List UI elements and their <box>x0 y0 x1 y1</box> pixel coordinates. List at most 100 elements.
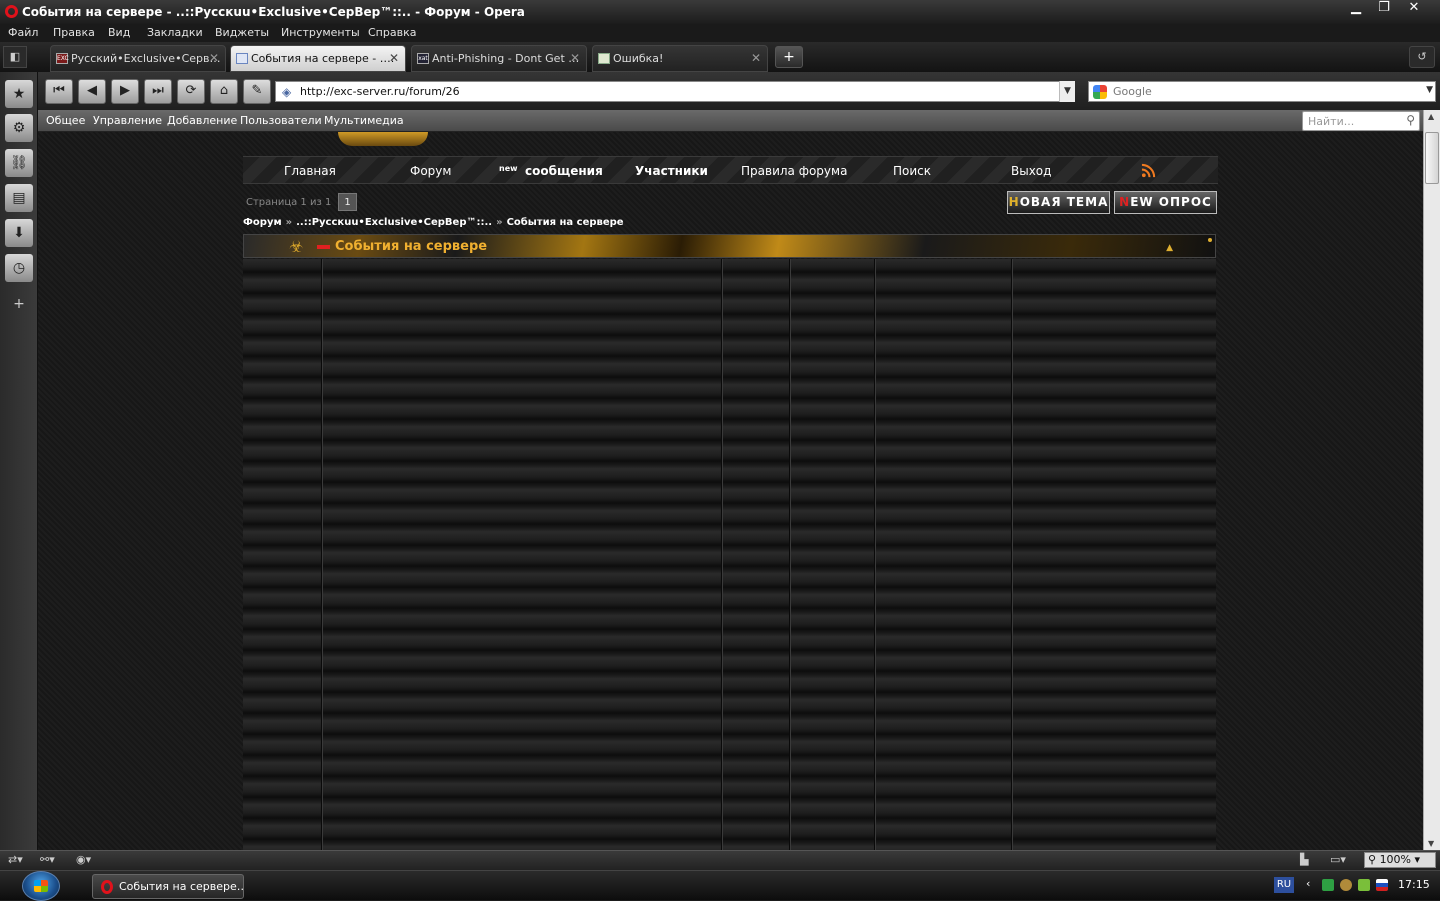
panel-toggle-button[interactable]: ◧ <box>3 46 27 68</box>
home-icon[interactable]: ⌂ <box>210 79 238 104</box>
russia-flag-icon[interactable] <box>1376 879 1388 891</box>
tray-network-icon[interactable] <box>1322 879 1334 891</box>
tab-close-icon[interactable]: ✕ <box>209 51 219 65</box>
notes-panel-icon[interactable]: ▤ <box>5 184 33 212</box>
tray-security-icon[interactable] <box>1358 879 1370 891</box>
menu-bar: Файл Правка Вид Закладки Виджеты Инструм… <box>0 24 1440 42</box>
new-poll-initial: N <box>1119 195 1131 209</box>
url-text: http://exc-server.ru/forum/26 <box>300 85 460 98</box>
tray-expand-icon[interactable]: ‹ <box>1306 877 1318 890</box>
maximize-button[interactable]: ❐ <box>1370 0 1398 18</box>
side-panel: ★ ⚙ ⛓ ▤ ⬇ ◷ + <box>0 72 38 850</box>
new-poll-button[interactable]: NEW ОПРОС <box>1114 191 1217 214</box>
windows-flag-icon <box>34 880 48 892</box>
admin-search-placeholder: Найти... <box>1308 115 1355 128</box>
sync-icon[interactable]: ◉▾ <box>76 853 91 866</box>
admin-multimedia-link[interactable]: Мультимедиа <box>324 114 404 127</box>
rewind-icon[interactable]: ⏮ <box>45 79 73 104</box>
language-indicator[interactable]: RU <box>1274 877 1294 893</box>
nav-members-link[interactable]: Участники <box>635 164 708 178</box>
address-dropdown-icon[interactable]: ▼ <box>1059 81 1075 102</box>
start-button[interactable] <box>22 871 60 901</box>
vertical-scrollbar[interactable]: ▲ ▼ <box>1423 110 1440 850</box>
taskbar-opera-window[interactable]: События на сервере… <box>92 874 244 899</box>
tab-error[interactable]: Ошибка! ✕ <box>592 45 768 72</box>
nav-rules-link[interactable]: Правила форума <box>741 164 847 178</box>
menu-bookmarks[interactable]: Закладки <box>147 26 203 39</box>
zoom-level: 100% <box>1379 853 1412 866</box>
site-info-icon[interactable]: ◈ <box>282 85 291 99</box>
search-engine-label: Google <box>1113 85 1152 98</box>
tab-close-icon[interactable]: ✕ <box>570 51 580 65</box>
admin-management-link[interactable]: Управление <box>93 114 162 127</box>
menu-help[interactable]: Справка <box>368 26 416 39</box>
nav-forum-link[interactable]: Форум <box>410 164 451 178</box>
tab-close-icon[interactable]: ✕ <box>389 51 399 65</box>
caret-up-icon: ▲ <box>1166 243 1173 253</box>
category-header: ☣ События на сервере ▲ <box>243 234 1216 258</box>
zoom-control[interactable]: ⚲ 100% ▾ <box>1364 852 1436 868</box>
links-panel-icon[interactable]: ⛓ <box>5 149 33 177</box>
nav-new-tag[interactable]: new <box>499 164 518 173</box>
column-separator <box>321 259 323 850</box>
closed-tabs-icon[interactable]: ↺ <box>1409 46 1435 68</box>
scroll-thumb[interactable] <box>1425 132 1439 184</box>
tab-close-icon[interactable]: ✕ <box>751 51 761 65</box>
new-topic-label: ОВАЯ ТЕМА <box>1019 195 1109 209</box>
page-count-label: Страница 1 из 1 <box>246 197 332 208</box>
nav-home-link[interactable]: Главная <box>284 164 336 178</box>
menu-widgets[interactable]: Виджеты <box>215 26 269 39</box>
admin-users-link[interactable]: Пользователи <box>240 114 322 127</box>
current-page[interactable]: 1 <box>338 193 357 211</box>
page-info-icon[interactable]: ▙ <box>1300 853 1308 866</box>
breadcrumb-forum[interactable]: Форум <box>243 217 282 228</box>
turbo-icon[interactable]: ⇄▾ <box>8 853 23 866</box>
view-mode-icon[interactable]: ▭▾ <box>1330 853 1346 866</box>
google-icon[interactable] <box>1093 85 1107 99</box>
minimize-button[interactable]: ▁ <box>1342 0 1370 18</box>
nav-new-messages-link[interactable]: сообщения <box>525 164 603 178</box>
navigation-toolbar: ⏮ ◀ ▶ ⏭ ⟳ ⌂ ✎ ◈ http://exc-server.ru/for… <box>38 72 1440 110</box>
tab-russian-exclusive[interactable]: EXC Русский•Exclusive•Серв… ✕ <box>50 45 226 72</box>
add-panel-icon[interactable]: + <box>5 290 33 318</box>
admin-bar: Общее Управление Добавление Пользователи… <box>38 110 1423 132</box>
wand-icon[interactable]: ✎ <box>243 79 271 104</box>
nav-logout-link[interactable]: Выход <box>1011 164 1051 178</box>
scroll-up-icon[interactable]: ▲ <box>1428 112 1434 121</box>
menu-view[interactable]: Вид <box>108 26 130 39</box>
nav-search-link[interactable]: Поиск <box>893 164 931 178</box>
tray-app-icon[interactable] <box>1340 879 1352 891</box>
forum-nav: Главная Форум new сообщения Участники Пр… <box>243 156 1218 184</box>
settings-panel-icon[interactable]: ⚙ <box>5 114 33 142</box>
clock[interactable]: 17:15 <box>1398 878 1430 891</box>
admin-general-link[interactable]: Общее <box>46 114 85 127</box>
rss-icon[interactable] <box>1141 163 1156 178</box>
downloads-panel-icon[interactable]: ⬇ <box>5 219 33 247</box>
breadcrumb-section[interactable]: ..::Pусскuu•Exclusive•СерВер™::.. <box>296 217 492 228</box>
column-separator <box>1011 259 1013 850</box>
address-field[interactable]: ◈ http://exc-server.ru/forum/26 <box>275 81 1075 102</box>
new-topic-button[interactable]: НОВАЯ ТЕМА <box>1007 191 1110 214</box>
collapse-icon[interactable] <box>317 245 330 249</box>
tab-anti-phishing[interactable]: xat Anti-Phishing - Dont Get … ✕ <box>411 45 587 72</box>
search-dropdown-icon[interactable]: ▼ <box>1426 85 1433 95</box>
search-field[interactable]: Google ▼ <box>1088 81 1436 102</box>
new-tab-button[interactable]: + <box>775 46 803 68</box>
unite-icon[interactable]: ⚯▾ <box>40 853 55 866</box>
scroll-down-icon[interactable]: ▼ <box>1428 839 1434 848</box>
close-window-button[interactable]: ✕ <box>1400 0 1428 18</box>
admin-add-link[interactable]: Добавление <box>167 114 237 127</box>
menu-edit[interactable]: Правка <box>53 26 95 39</box>
fast-forward-icon[interactable]: ⏭ <box>144 79 172 104</box>
reload-icon[interactable]: ⟳ <box>177 79 205 104</box>
history-panel-icon[interactable]: ◷ <box>5 254 33 282</box>
bookmarks-panel-icon[interactable]: ★ <box>5 80 33 108</box>
back-icon[interactable]: ◀ <box>78 79 106 104</box>
tab-server-events[interactable]: События на сервере - …. ✕ <box>230 45 406 72</box>
menu-file[interactable]: Файл <box>8 26 38 39</box>
xat-favicon-icon: xat <box>417 53 429 64</box>
forward-icon[interactable]: ▶ <box>111 79 139 104</box>
search-icon[interactable]: ⚲ <box>1406 113 1415 127</box>
admin-search-input[interactable]: Найти... ⚲ <box>1302 111 1420 131</box>
menu-tools[interactable]: Инструменты <box>281 26 360 39</box>
